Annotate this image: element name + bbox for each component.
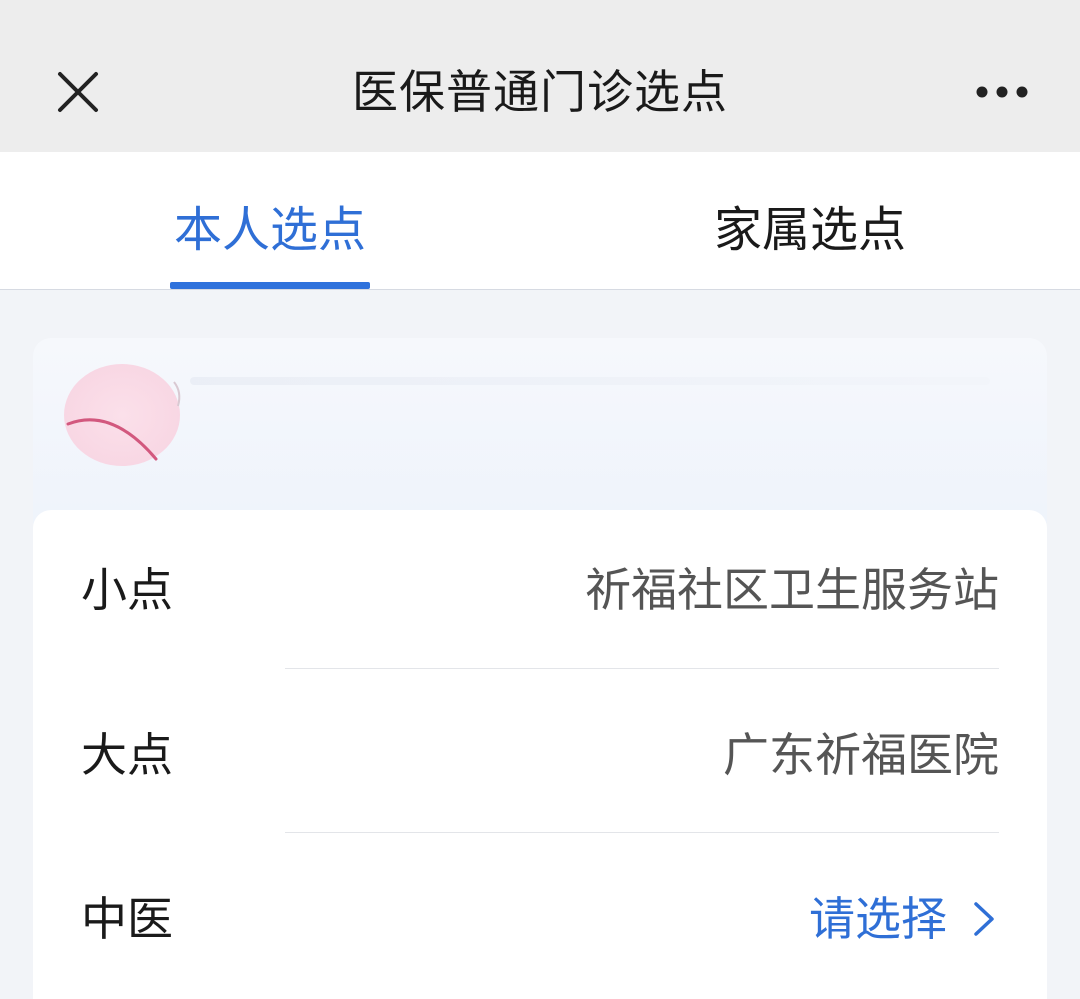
title-bar: 医保普通门诊选点 <box>0 0 1080 152</box>
chevron-right-icon <box>973 899 999 939</box>
more-button[interactable] <box>966 70 1038 114</box>
tab-bar: 本人选点 家属选点 <box>0 152 1080 290</box>
row-small-point[interactable]: 小点 祈福社区卫生服务站 <box>33 510 1047 673</box>
active-tab-indicator <box>170 282 370 289</box>
row-value: 祈福社区卫生服务站 <box>585 563 999 617</box>
select-placeholder: 请选择 <box>809 892 947 946</box>
avatar <box>64 364 181 466</box>
tab-self-selection[interactable]: 本人选点 <box>170 197 370 263</box>
tcm-select[interactable]: 请选择 <box>809 887 999 951</box>
tab-family-selection[interactable]: 家属选点 <box>710 197 910 263</box>
row-tcm[interactable]: 中医 请选择 <box>33 833 1047 996</box>
selection-card: 小点 祈福社区卫生服务站 大点 广东祈福医院 中医 请选择 <box>33 510 1047 999</box>
row-label: 小点 <box>81 563 173 617</box>
page-title: 医保普通门诊选点 <box>352 65 728 119</box>
more-icon <box>976 86 1028 98</box>
row-large-point[interactable]: 大点 广东祈福医院 <box>33 669 1047 832</box>
row-label: 大点 <box>81 728 173 782</box>
profile-card <box>33 338 1047 538</box>
row-value: 广东祈福医院 <box>723 728 999 782</box>
blurred-profile-text <box>190 377 990 385</box>
row-label: 中医 <box>81 892 173 946</box>
